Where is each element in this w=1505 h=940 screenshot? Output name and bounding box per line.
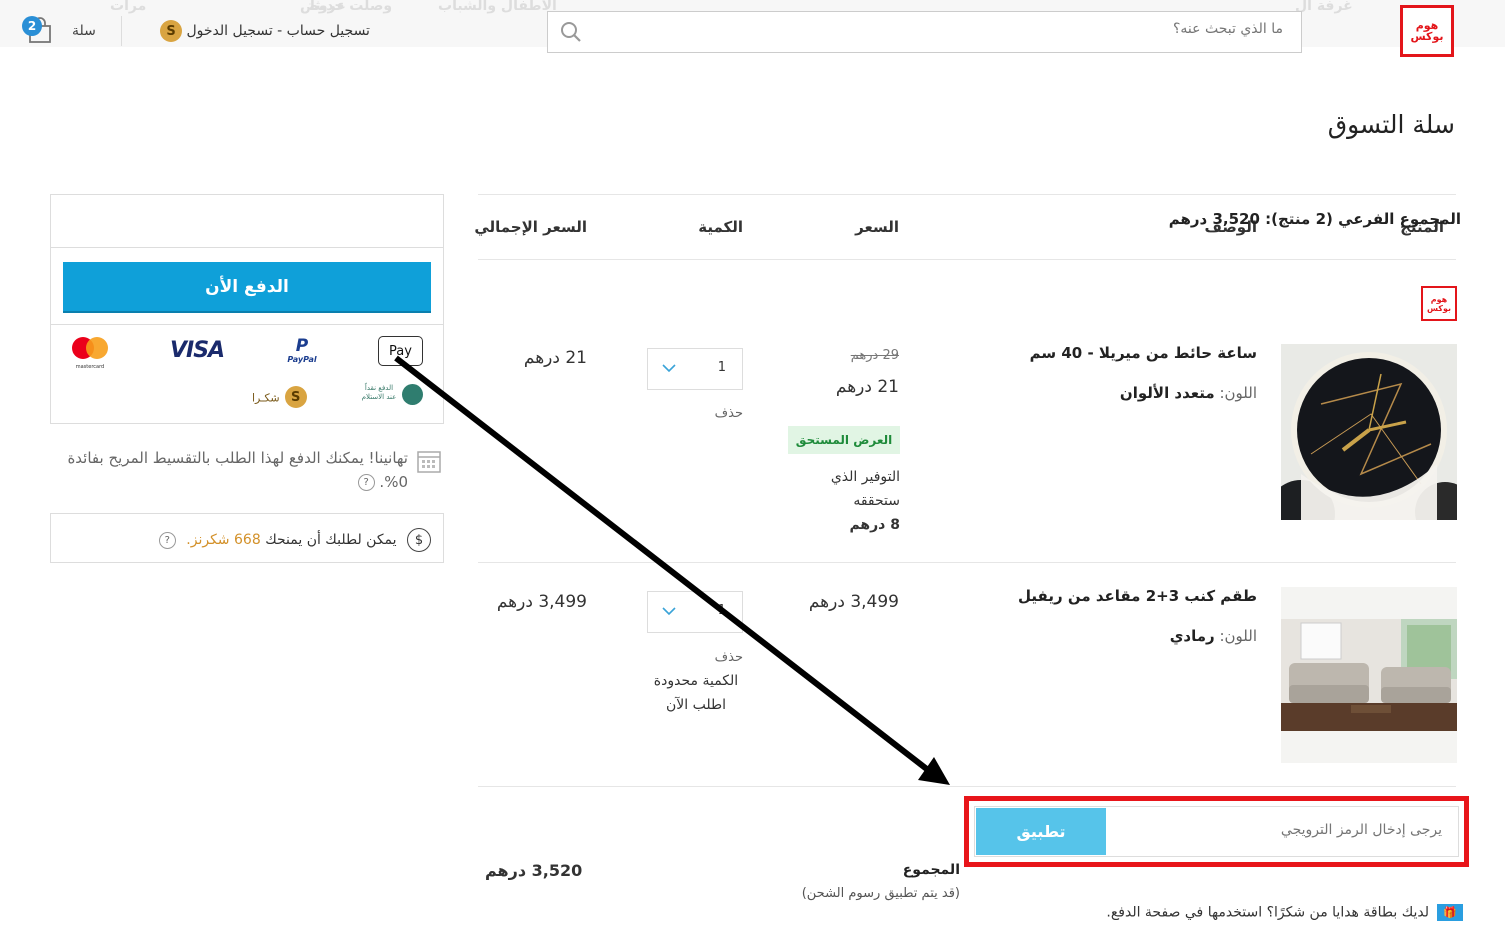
product-image-clock[interactable]	[1281, 344, 1457, 520]
saving-text: التوفير الذي ستحققه	[830, 469, 900, 509]
quantity-value: 1	[717, 360, 726, 375]
search-bar	[547, 11, 1302, 53]
cart-count-badge: 2	[22, 16, 42, 36]
nav-item[interactable]: الأطفال والشباب	[438, 0, 557, 14]
dollar-circle-icon: $	[407, 528, 431, 552]
login-text[interactable]: تسجيل حساب - تسجيل الدخول	[186, 23, 370, 39]
cod-coin-icon	[402, 384, 423, 405]
cod-line: الدفع نقداً	[364, 384, 394, 392]
color-label: اللون:	[1219, 384, 1257, 402]
header-total: السعر الإجمالي	[474, 218, 587, 236]
header-divider	[121, 16, 122, 46]
login-link[interactable]: تسجيل حساب - تسجيل الدخول S	[160, 20, 370, 42]
paypal-mark: P	[295, 336, 309, 356]
old-price: 29 درهم	[850, 348, 899, 363]
installment-note: تهانينا! يمكنك الدفع لهذا الطلب بالتقسيط…	[50, 446, 444, 494]
search-icon[interactable]	[560, 21, 582, 47]
installment-message: تهانينا! يمكنك الدفع لهذا الطلب بالتقسيط…	[67, 449, 408, 491]
shukran-payment-icon: S شكـرا	[252, 386, 307, 408]
quantity-select[interactable]: 1	[647, 591, 743, 633]
gift-icon: 🎁	[1437, 904, 1463, 921]
seller-logo-text: هوم	[1430, 294, 1448, 304]
product-name[interactable]: ساعة حائط من ميريلا - 40 سم	[1030, 344, 1257, 362]
color-value: رمادي	[1169, 627, 1215, 645]
header-quantity: الكمية	[698, 218, 743, 236]
shukrans-line: $ يمكن لطلبك أن يمنحك 668 شكرنز. ?	[158, 528, 431, 552]
promo-code-field: تطبيق	[974, 806, 1459, 857]
cod-line: عند الاستلام	[361, 393, 397, 401]
cash-on-delivery-icon: الدفع نقداً عند الاستلام	[358, 382, 426, 408]
subtotal-text: المجموع الفرعي (2 منتج): 3,520 درهم	[1168, 210, 1461, 228]
search-input[interactable]	[643, 21, 1283, 37]
gift-card-note: 🎁 لديك بطاقة هدايا من شكرًا؟ استخدمها في …	[1106, 904, 1463, 921]
color-value: متعدد الألوان	[1119, 384, 1215, 402]
page-title: سلة التسوق	[1327, 110, 1455, 139]
chevron-down-icon	[662, 607, 676, 616]
shipping-note: (قد يتم تطبيق رسوم الشحن)	[801, 886, 960, 901]
paypal-icon: P PayPal	[284, 337, 320, 364]
mastercard-text: mastercard	[75, 364, 105, 370]
seller-logo: هوم بوكس	[1421, 286, 1457, 321]
help-icon[interactable]: ?	[158, 531, 176, 549]
row-divider	[478, 562, 1456, 563]
quantity-select[interactable]: 1	[647, 348, 743, 390]
grand-total: 3,520 درهم	[485, 861, 583, 880]
header-price: السعر	[855, 218, 899, 236]
homebox-logo[interactable]: هوم بوكس	[1400, 5, 1454, 57]
unit-price: 3,499 درهم	[808, 592, 899, 612]
apple-pay-text: Pay	[389, 343, 412, 359]
shukrans-earn-box: $ يمكن لطلبك أن يمنحك 668 شكرنز. ?	[50, 513, 444, 563]
product-color: اللون: رمادي	[1170, 627, 1257, 645]
saving-info: التوفير الذي ستحققه 8 درهم	[800, 465, 900, 537]
remove-link[interactable]: حذف	[715, 650, 743, 665]
summary-divider	[50, 324, 444, 325]
quantity-value: 1	[717, 603, 726, 618]
shukran-coin-icon: S	[284, 386, 307, 408]
offer-badge: العرض المستحق	[788, 426, 900, 454]
shukrans-prefix: يمكن لطلبك أن يمنحك	[265, 532, 397, 548]
shukrans-value: 668 شكرنز.	[186, 532, 261, 548]
nav-item[interactable]: وصلت حديثاً	[310, 0, 392, 14]
shukran-coin-icon: S	[160, 20, 182, 42]
row-divider	[478, 786, 1456, 787]
product-color: اللون: متعدد الألوان	[1120, 384, 1257, 402]
table-header-border	[478, 259, 1456, 260]
seller-logo-text: بوكس	[1427, 303, 1451, 313]
table-top-border	[478, 194, 1456, 195]
top-header: غرفة ال عروض وصلت حديثاً الأطفال والشباب…	[0, 0, 1505, 57]
unit-price: 21 درهم	[835, 377, 899, 397]
apply-promo-button[interactable]: تطبيق	[976, 808, 1106, 855]
saving-value: 8 درهم	[849, 517, 900, 533]
color-label: اللون:	[1219, 627, 1257, 645]
line-total: 21 درهم	[523, 348, 587, 368]
limited-stock-note: الكمية محدودة اطلب الآن	[653, 673, 739, 713]
logo-text: بوكس	[1410, 30, 1444, 43]
help-icon[interactable]: ?	[357, 474, 375, 491]
apple-pay-icon: Pay	[378, 336, 423, 366]
nav-item[interactable]: مرات	[110, 0, 146, 14]
remove-link[interactable]: حذف	[715, 406, 743, 421]
installment-text: تهانينا! يمكنك الدفع لهذا الطلب بالتقسيط…	[50, 446, 444, 494]
pay-now-button[interactable]: الدفع الأن	[63, 262, 431, 311]
cart-label[interactable]: سلة	[72, 23, 96, 39]
total-label: المجموع	[902, 862, 960, 878]
promo-code-input[interactable]	[1112, 822, 1442, 838]
nav-item[interactable]: غرفة ال	[1295, 0, 1353, 14]
shukran-label: شكـرا	[252, 391, 280, 405]
chevron-down-icon	[662, 364, 676, 373]
gift-card-text: لديك بطاقة هدايا من شكرًا؟ استخدمها في ص…	[1106, 904, 1429, 921]
mastercard-icon: mastercard	[68, 336, 112, 370]
product-image-sofa[interactable]	[1281, 587, 1457, 763]
paypal-text: PayPal	[287, 355, 317, 364]
calendar-icon	[417, 451, 441, 473]
visa-icon: VISA	[170, 338, 225, 363]
product-name[interactable]: طقم كنب 3+2 مقاعد من ريفيل	[1018, 587, 1257, 605]
summary-divider	[50, 247, 444, 248]
cod-text: الدفع نقداً عند الاستلام	[358, 384, 400, 402]
line-total: 3,499 درهم	[496, 592, 587, 612]
